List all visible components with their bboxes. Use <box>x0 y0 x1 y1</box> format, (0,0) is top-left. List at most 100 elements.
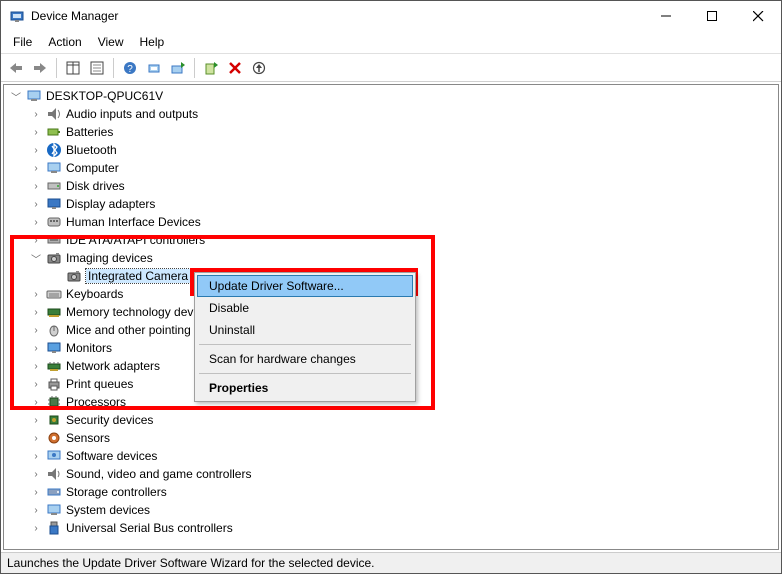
category-disk[interactable]: › Disk drives <box>30 177 778 195</box>
software-icon <box>46 448 62 464</box>
ctx-disable[interactable]: Disable <box>197 297 413 319</box>
separator <box>199 373 411 374</box>
chevron-right-icon[interactable]: › <box>30 126 42 138</box>
chevron-down-icon[interactable]: ﹀ <box>10 90 22 102</box>
chevron-right-icon[interactable]: › <box>30 162 42 174</box>
category-label: Computer <box>66 161 119 175</box>
back-button[interactable] <box>5 57 27 79</box>
chevron-right-icon[interactable]: › <box>30 234 42 246</box>
menubar: File Action View Help <box>1 31 781 54</box>
maximize-button[interactable] <box>689 1 735 31</box>
close-button[interactable] <box>735 1 781 31</box>
category-ide[interactable]: ›IDE ATA/ATAPI controllers <box>30 231 778 249</box>
menu-view[interactable]: View <box>92 33 130 51</box>
bluetooth-icon <box>46 142 62 158</box>
ctx-scan-hardware[interactable]: Scan for hardware changes <box>197 348 413 370</box>
chevron-right-icon[interactable]: › <box>30 396 42 408</box>
chevron-right-icon[interactable]: › <box>30 180 42 192</box>
menu-help[interactable]: Help <box>134 33 171 51</box>
chevron-right-icon[interactable]: › <box>30 342 42 354</box>
category-sensors[interactable]: › Sensors <box>30 429 778 447</box>
audio-icon <box>46 106 62 122</box>
chevron-right-icon[interactable]: › <box>30 504 42 516</box>
processors-icon <box>46 394 62 410</box>
category-bluetooth[interactable]: ›Bluetooth <box>30 141 778 159</box>
chevron-right-icon[interactable]: › <box>30 288 42 300</box>
batteries-icon <box>46 124 62 140</box>
titlebar: Device Manager <box>1 1 781 31</box>
update-driver-button[interactable] <box>167 57 189 79</box>
device-manager-window: Device Manager File Action View Help ? <box>0 0 782 574</box>
chevron-right-icon[interactable]: › <box>30 198 42 210</box>
chevron-right-icon[interactable]: › <box>30 144 42 156</box>
category-label: Sound, video and game controllers <box>66 467 251 481</box>
category-display[interactable]: › Display adapters <box>30 195 778 213</box>
separator <box>113 58 114 78</box>
chevron-right-icon[interactable]: › <box>30 108 42 120</box>
category-computer[interactable]: › Computer <box>30 159 778 177</box>
camera-icon <box>66 268 82 284</box>
scan-hardware-button[interactable] <box>143 57 165 79</box>
window-buttons <box>643 1 781 31</box>
usb-icon <box>46 520 62 536</box>
separator <box>199 344 411 345</box>
status-text: Launches the Update Driver Software Wiza… <box>7 556 375 570</box>
category-usb[interactable]: › Universal Serial Bus controllers <box>30 519 778 537</box>
category-sound[interactable]: › Sound, video and game controllers <box>30 465 778 483</box>
menu-file[interactable]: File <box>7 33 38 51</box>
forward-button[interactable] <box>29 57 51 79</box>
category-batteries[interactable]: ›Batteries <box>30 123 778 141</box>
enable-button[interactable] <box>200 57 222 79</box>
category-label: Human Interface Devices <box>66 215 201 229</box>
ide-icon <box>46 232 62 248</box>
category-hid[interactable]: › Human Interface Devices <box>30 213 778 231</box>
show-hide-console-button[interactable] <box>62 57 84 79</box>
device-label: Integrated Camera <box>86 269 190 283</box>
category-label: Disk drives <box>66 179 125 193</box>
category-system[interactable]: › System devices <box>30 501 778 519</box>
uninstall-button[interactable] <box>224 57 246 79</box>
minimize-button[interactable] <box>643 1 689 31</box>
chevron-right-icon[interactable]: › <box>30 486 42 498</box>
chevron-right-icon[interactable]: › <box>30 468 42 480</box>
category-audio[interactable]: › Audio inputs and outputs <box>30 105 778 123</box>
ctx-properties[interactable]: Properties <box>197 377 413 399</box>
root-node[interactable]: ﹀ DESKTOP-QPUC61V <box>10 87 778 105</box>
chevron-right-icon[interactable]: › <box>30 522 42 534</box>
category-label: Network adapters <box>66 359 160 373</box>
chevron-right-icon[interactable]: › <box>30 450 42 462</box>
chevron-right-icon[interactable]: › <box>30 414 42 426</box>
context-menu: Update Driver Software... Disable Uninst… <box>194 272 416 402</box>
chevron-right-icon[interactable]: › <box>30 432 42 444</box>
category-label: Audio inputs and outputs <box>66 107 198 121</box>
help-button[interactable]: ? <box>119 57 141 79</box>
chevron-right-icon[interactable]: › <box>30 324 42 336</box>
category-imaging[interactable]: ﹀ Imaging devices <box>30 249 778 267</box>
category-label: Sensors <box>66 431 110 445</box>
category-label: Imaging devices <box>66 251 153 265</box>
chevron-right-icon[interactable]: › <box>30 306 42 318</box>
category-label: System devices <box>66 503 150 517</box>
ctx-uninstall[interactable]: Uninstall <box>197 319 413 341</box>
separator <box>56 58 57 78</box>
scan-changes-button[interactable] <box>248 57 270 79</box>
category-label: Monitors <box>66 341 112 355</box>
network-icon <box>46 358 62 374</box>
category-software[interactable]: ›Software devices <box>30 447 778 465</box>
properties-button[interactable] <box>86 57 108 79</box>
chevron-down-icon[interactable]: ﹀ <box>30 252 42 264</box>
category-storage[interactable]: ›Storage controllers <box>30 483 778 501</box>
svg-text:?: ? <box>127 64 133 75</box>
device-tree-pane[interactable]: ﹀ DESKTOP-QPUC61V › Audio inputs and outp… <box>3 84 779 550</box>
menu-action[interactable]: Action <box>42 33 87 51</box>
chevron-right-icon[interactable]: › <box>30 360 42 372</box>
ctx-update-driver[interactable]: Update Driver Software... <box>197 275 413 297</box>
category-label: Universal Serial Bus controllers <box>66 521 233 535</box>
computer-icon <box>46 160 62 176</box>
category-label: Display adapters <box>66 197 155 211</box>
chevron-right-icon[interactable]: › <box>30 216 42 228</box>
category-security[interactable]: ›Security devices <box>30 411 778 429</box>
chevron-right-icon[interactable]: › <box>30 378 42 390</box>
memtech-icon <box>46 304 62 320</box>
sound-icon <box>46 466 62 482</box>
